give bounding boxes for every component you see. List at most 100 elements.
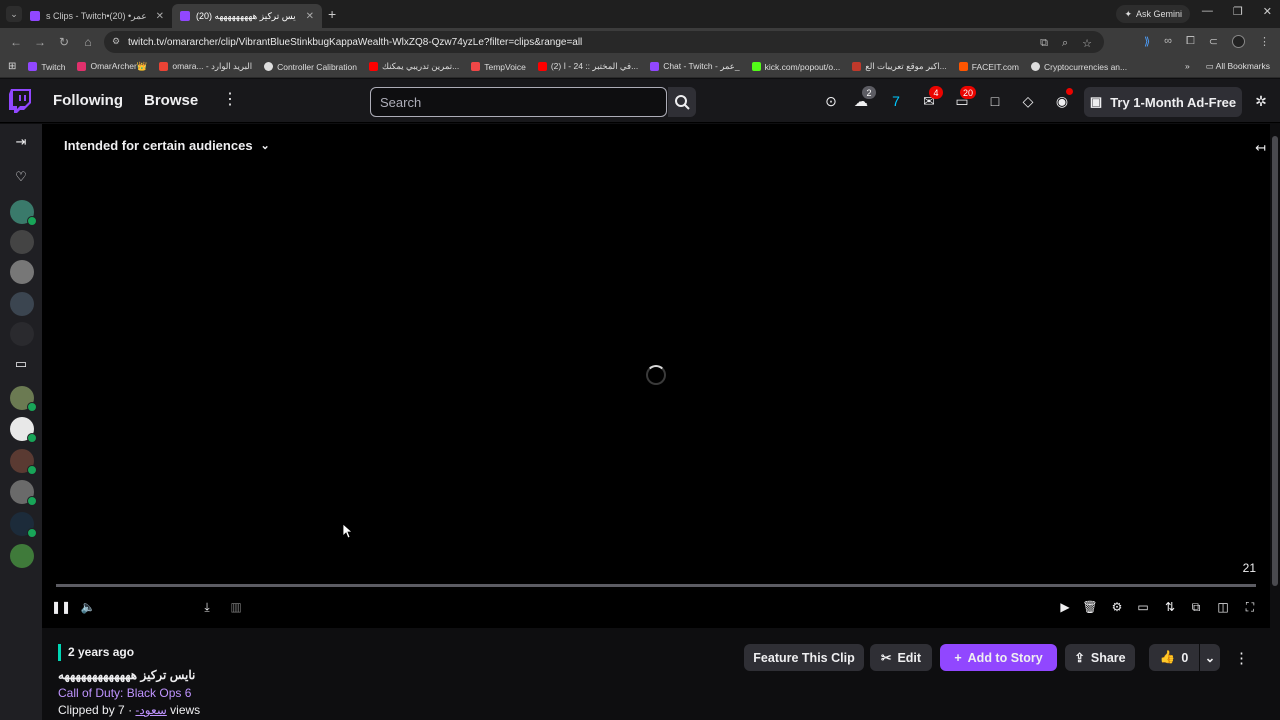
- extension-icon[interactable]: ⟫: [1144, 35, 1150, 48]
- bookmark-item[interactable]: تمرين تدريبي يمكنك...: [368, 61, 459, 72]
- channel-avatar[interactable]: [10, 292, 34, 316]
- browser-tab-current[interactable]: (20) نايس تركيز هههههههههه ✕: [172, 4, 322, 28]
- tab-label: (20) نايس تركيز هههههههههه: [196, 10, 296, 21]
- clipper-link[interactable]: سعود-: [135, 703, 166, 717]
- more-menu-icon[interactable]: ⋮: [222, 89, 238, 109]
- apps-grid-icon[interactable]: ⊞: [8, 61, 16, 72]
- picture-in-picture-icon[interactable]: ⧉: [1187, 598, 1205, 616]
- extension-seven-tv-icon[interactable]: 7: [886, 91, 906, 111]
- theatre-mode-icon[interactable]: ▭: [1134, 598, 1152, 616]
- audio-waveform-icon[interactable]: ▥: [227, 598, 245, 616]
- live-indicator: [27, 465, 37, 475]
- volume-icon[interactable]: 🔈: [79, 598, 97, 616]
- following-link[interactable]: Following: [53, 92, 123, 109]
- browser-tab-clips[interactable]: s Clips - Twitch•عمر• (20) ✕: [22, 4, 172, 28]
- search-placeholder: Search: [380, 94, 422, 110]
- minimize-icon[interactable]: —: [1202, 5, 1213, 18]
- ad-free-button[interactable]: ▣ Try 1-Month Ad-Free: [1084, 87, 1242, 117]
- channel-avatar[interactable]: [10, 200, 37, 226]
- plus-icon: +: [954, 650, 962, 665]
- channel-avatar[interactable]: [10, 417, 37, 443]
- user-avatar[interactable]: ✲: [1251, 91, 1271, 111]
- bookmark-item[interactable]: FACEIT.com: [958, 62, 1019, 72]
- settings-gear-icon[interactable]: ⚙: [1108, 598, 1126, 616]
- bookmark-item[interactable]: Chat - Twitch - عمر_: [650, 61, 740, 72]
- channel-avatar[interactable]: [10, 449, 37, 475]
- clip-video-player[interactable]: Intended for certain audiences ⌄ ↤ 21 ❚❚…: [42, 124, 1270, 628]
- pause-button[interactable]: ❚❚: [51, 598, 71, 616]
- browse-link[interactable]: Browse: [144, 92, 198, 109]
- folder-icon: ▭: [1205, 61, 1216, 71]
- share-button[interactable]: ⇪ Share: [1065, 644, 1135, 671]
- reload-icon[interactable]: ↻: [52, 35, 76, 49]
- channel-points-icon[interactable]: ⊙: [821, 91, 841, 111]
- chevron-right-icon: »: [1185, 61, 1190, 71]
- edit-button[interactable]: ✂ Edit: [870, 644, 932, 671]
- sync-icon[interactable]: ⇅: [1161, 598, 1179, 616]
- bookmark-item[interactable]: OmarArcher👑: [77, 61, 147, 72]
- add-to-story-button[interactable]: + Add to Story: [940, 644, 1057, 671]
- browser-menu-icon[interactable]: ⋮: [1259, 35, 1270, 48]
- all-bookmarks-button[interactable]: » ▭ All Bookmarks: [1179, 61, 1270, 72]
- translate-icon[interactable]: ⧉: [1040, 37, 1048, 50]
- site-info-icon[interactable]: ⚙: [112, 36, 120, 47]
- close-window-icon[interactable]: ✕: [1263, 5, 1272, 18]
- content-classification-dropdown[interactable]: Intended for certain audiences ⌄: [64, 138, 270, 153]
- home-icon[interactable]: ⌂: [76, 35, 100, 49]
- download-icon[interactable]: ⤓: [198, 598, 216, 616]
- game-link[interactable]: Call of Duty: Black Ops 6: [58, 686, 191, 700]
- channel-avatar[interactable]: [10, 322, 34, 346]
- tab-search-button[interactable]: ⌄: [6, 6, 22, 22]
- bookmark-item[interactable]: (2) في المختبر :: 24 - ا...: [537, 61, 638, 72]
- channel-avatar[interactable]: [10, 512, 37, 538]
- search-button[interactable]: [668, 87, 696, 117]
- bits-icon[interactable]: ◇: [1018, 91, 1038, 111]
- site-icon: [852, 62, 862, 71]
- page-scrollbar[interactable]: [1270, 124, 1280, 720]
- channel-avatar[interactable]: [10, 386, 37, 412]
- bookmark-item[interactable]: اكبر موقع تعريبات الع...: [852, 61, 947, 72]
- link-icon[interactable]: ⊂: [1209, 35, 1218, 48]
- collapse-panel-icon[interactable]: ↤: [1255, 140, 1266, 156]
- bookmark-item[interactable]: Cryptocurrencies an...: [1030, 62, 1127, 72]
- bookmark-item[interactable]: Twitch: [28, 62, 65, 72]
- more-options-icon[interactable]: ⋮: [1234, 649, 1249, 667]
- bookmark-item[interactable]: TempVoice: [471, 62, 526, 72]
- channel-avatar[interactable]: [10, 260, 34, 284]
- channel-avatar[interactable]: [10, 230, 34, 254]
- bookmark-star-icon[interactable]: ☆: [1082, 37, 1092, 50]
- new-tab-button[interactable]: +: [328, 6, 336, 22]
- twitch-logo-icon[interactable]: [9, 89, 31, 113]
- scrollbar-thumb[interactable]: [1272, 136, 1278, 586]
- delete-icon[interactable]: 🗑: [1081, 598, 1099, 616]
- edit-label: Edit: [897, 650, 922, 665]
- bookmark-item[interactable]: kick.com/popout/o...: [751, 62, 840, 72]
- feature-clip-button[interactable]: Feature This Clip: [744, 644, 864, 671]
- clip-icon[interactable]: ▶: [1056, 598, 1074, 616]
- like-dropdown-button[interactable]: ⌄: [1200, 644, 1220, 671]
- search-input[interactable]: Search: [370, 87, 667, 117]
- live-indicator: [27, 528, 37, 538]
- ask-gemini-button[interactable]: ✦ Ask Gemini: [1116, 5, 1190, 23]
- restore-icon[interactable]: ❐: [1233, 5, 1243, 18]
- zoom-icon[interactable]: ⌕: [1062, 37, 1068, 50]
- forward-icon[interactable]: →: [28, 35, 52, 49]
- fullscreen-icon[interactable]: ⛶: [1241, 598, 1259, 616]
- back-icon[interactable]: ←: [4, 35, 28, 49]
- close-tab-icon[interactable]: ✕: [306, 11, 314, 22]
- whispers-icon[interactable]: □: [985, 91, 1005, 111]
- channel-avatar[interactable]: [10, 480, 37, 506]
- mouse-cursor-icon: [343, 524, 353, 539]
- extension-icon[interactable]: ∞: [1164, 35, 1172, 48]
- side-panel-icon[interactable]: ◫: [1214, 598, 1232, 616]
- profile-avatar[interactable]: [1232, 35, 1245, 48]
- channel-avatar[interactable]: [10, 544, 34, 568]
- seek-bar[interactable]: [56, 584, 1256, 587]
- expand-sidebar-icon[interactable]: ⇥: [11, 132, 31, 152]
- like-button[interactable]: 👍 0: [1149, 644, 1199, 671]
- close-tab-icon[interactable]: ✕: [156, 11, 164, 22]
- address-bar[interactable]: ⚙ twitch.tv/omararcher/clip/VibrantBlueS…: [104, 31, 1104, 53]
- bookmark-item[interactable]: Controller Calibration: [264, 62, 357, 72]
- extensions-puzzle-icon[interactable]: ⧠: [1186, 35, 1195, 48]
- bookmark-item[interactable]: omara... - البريد الوارد: [159, 61, 252, 72]
